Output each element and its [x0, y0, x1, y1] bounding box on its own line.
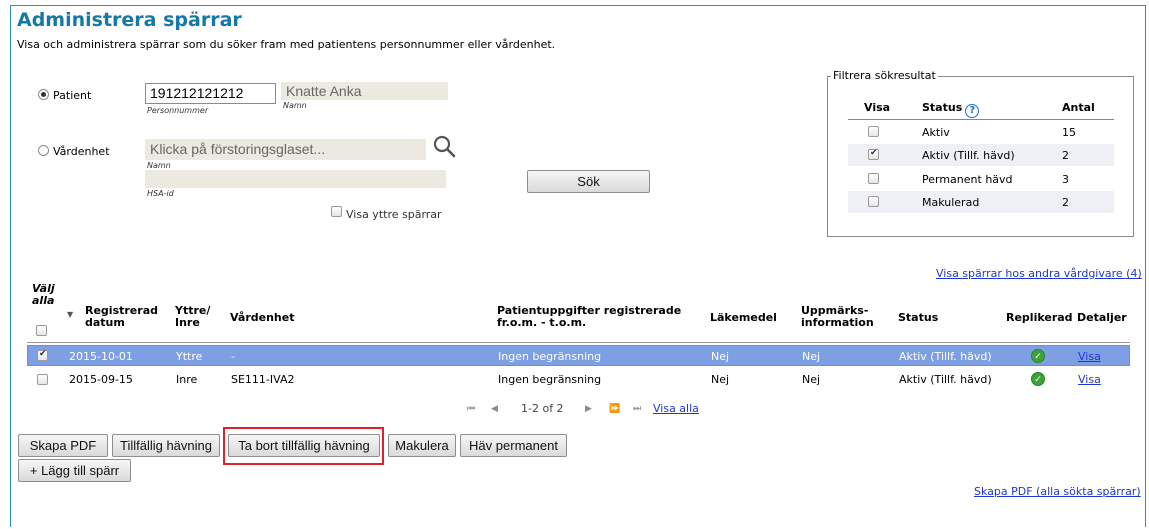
- vardenhet-radio-label: Vårdenhet: [53, 145, 110, 158]
- revoke-permanent-button[interactable]: Häv permanent: [460, 434, 567, 457]
- row-type: Yttre: [176, 350, 203, 363]
- th-medicine: Läkemedel: [710, 311, 777, 324]
- filter-status: Makulerad: [922, 196, 980, 209]
- first-page-icon[interactable]: ⏮: [467, 404, 475, 414]
- row-date: 2015-10-01: [69, 350, 133, 363]
- last-page-icon[interactable]: ⏭: [633, 404, 641, 414]
- table-row[interactable]: 2015-09-15 Inre SE111-IVA2 Ingen begräns…: [27, 369, 1130, 390]
- search-button[interactable]: Sök: [527, 170, 650, 193]
- select-all-label: Välj alla: [32, 282, 55, 307]
- table-row[interactable]: 2015-10-01 Yttre - Ingen begränsning Nej…: [27, 345, 1130, 366]
- row-period: Ingen begränsning: [498, 373, 602, 386]
- add-block-button[interactable]: + Lägg till spärr: [18, 459, 131, 482]
- replicated-check-icon: ✓: [1031, 372, 1045, 386]
- filter-row: Aktiv (Tillf. hävd) 2: [848, 144, 1114, 166]
- temporary-revoke-button[interactable]: Tillfällig hävning: [112, 434, 220, 457]
- vardenhet-radio[interactable]: [38, 145, 49, 156]
- filter-checkbox[interactable]: [868, 126, 879, 137]
- filter-checkbox[interactable]: [868, 196, 879, 207]
- filter-count: 2: [1062, 149, 1069, 162]
- row-medicine: Nej: [711, 350, 730, 363]
- sort-desc-icon[interactable]: ▼: [67, 310, 73, 319]
- pdf-all-link[interactable]: Skapa PDF (alla sökta spärrar): [974, 485, 1141, 498]
- row-details-link[interactable]: Visa: [1078, 350, 1101, 363]
- vardenhet-name-caption: Namn: [147, 161, 171, 170]
- filter-status: Permanent hävd: [922, 173, 1013, 186]
- th-replicated: Replikerad: [1006, 311, 1073, 324]
- row-checkbox[interactable]: [37, 374, 48, 385]
- row-date: 2015-09-15: [69, 373, 133, 386]
- th-unit: Vårdenhet: [230, 311, 295, 324]
- patient-radio[interactable]: [38, 89, 49, 100]
- page-title: Administrera spärrar: [17, 9, 242, 31]
- patient-radio-label: Patient: [53, 89, 92, 102]
- cancel-block-button[interactable]: Makulera: [388, 434, 456, 457]
- row-medicine: Nej: [711, 373, 730, 386]
- filter-row: Makulerad 2: [848, 191, 1114, 213]
- row-unit: SE111-IVA2: [231, 373, 295, 386]
- row-unit: -: [231, 350, 235, 363]
- filter-col-show: Visa: [864, 101, 891, 114]
- table-header-divider: [27, 342, 1130, 343]
- page-subtitle: Visa och administrera spärrar som du sök…: [17, 38, 556, 51]
- filter-count: 3: [1062, 173, 1069, 186]
- row-checkbox[interactable]: [37, 349, 48, 361]
- th-outer-inner: Yttre/ Inre: [175, 304, 211, 329]
- create-pdf-button[interactable]: Skapa PDF: [18, 434, 108, 457]
- personnummer-caption: Personnummer: [147, 106, 209, 115]
- filter-status: Aktiv (Tillf. hävd): [922, 149, 1015, 162]
- prev-page-icon[interactable]: ◀: [491, 404, 498, 414]
- other-providers-link[interactable]: Visa spärrar hos andra vårdgivare (4): [936, 267, 1142, 280]
- outer-blocks-checkbox[interactable]: [331, 206, 342, 217]
- filter-count: 2: [1062, 196, 1069, 209]
- filter-checkbox[interactable]: [868, 148, 879, 160]
- filter-row: Permanent hävd 3: [848, 168, 1114, 190]
- row-details-link[interactable]: Visa: [1078, 373, 1101, 386]
- highlight-box: [223, 427, 384, 465]
- personnummer-input[interactable]: 191212121212: [145, 83, 276, 104]
- row-type: Inre: [176, 373, 198, 386]
- row-attention: Nej: [802, 350, 821, 363]
- row-attention: Nej: [802, 373, 821, 386]
- outer-blocks-label: Visa yttre spärrar: [346, 208, 442, 221]
- fast-forward-icon[interactable]: ⏩: [609, 404, 620, 414]
- patient-name-field: Knatte Anka: [281, 82, 448, 100]
- filter-legend: Filtrera sökresultat: [831, 69, 938, 82]
- row-period: Ingen begränsning: [498, 350, 602, 363]
- th-patient-data: Patientuppgifter registrerade fr.o.m. - …: [497, 304, 682, 329]
- th-attention: Uppmärks- information: [801, 304, 874, 329]
- filter-checkbox[interactable]: [868, 173, 879, 184]
- vardenhet-name-field: Klicka på förstoringsglaset...: [145, 139, 426, 160]
- show-all-link[interactable]: Visa alla: [653, 402, 699, 415]
- help-icon[interactable]: ?: [965, 104, 980, 118]
- filter-row: Aktiv 15: [848, 121, 1114, 143]
- hsa-id-field: [145, 170, 446, 188]
- filter-col-status: Status?: [922, 102, 980, 118]
- hsa-id-caption: HSA-id: [147, 189, 174, 198]
- replicated-check-icon: ✓: [1031, 349, 1045, 363]
- magnifier-icon[interactable]: [432, 134, 458, 160]
- filter-col-count: Antal: [1062, 101, 1095, 114]
- filter-status: Aktiv: [922, 126, 950, 139]
- filter-header-divider: [848, 119, 1114, 120]
- row-status: Aktiv (Tillf. hävd): [899, 373, 992, 386]
- row-status: Aktiv (Tillf. hävd): [899, 350, 992, 363]
- th-registered[interactable]: Registrerad datum: [85, 305, 165, 329]
- th-status: Status: [898, 311, 939, 324]
- select-all-checkbox[interactable]: [36, 325, 47, 336]
- next-page-icon[interactable]: ▶: [585, 404, 592, 414]
- th-details: Detaljer: [1077, 311, 1127, 324]
- filter-count: 15: [1062, 126, 1076, 139]
- patient-name-caption: Namn: [283, 101, 307, 110]
- pager-range: 1-2 of 2: [521, 402, 564, 415]
